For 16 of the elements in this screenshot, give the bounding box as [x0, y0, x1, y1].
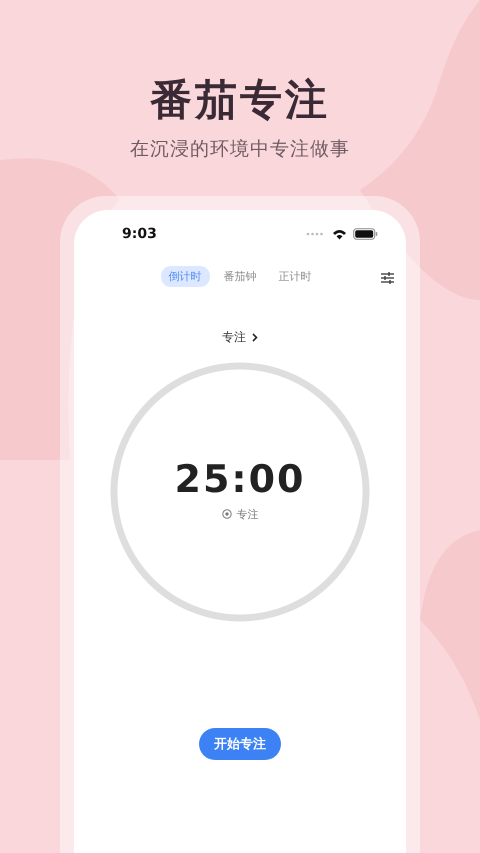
target-icon	[222, 509, 232, 519]
timer-caption: 专注	[236, 506, 258, 522]
subtitle: 在沉浸的环境中专注做事	[130, 137, 350, 162]
settings-icon[interactable]	[381, 272, 394, 284]
battery-icon	[353, 228, 378, 240]
wifi-icon	[332, 228, 347, 240]
chevron-icon	[252, 333, 258, 342]
signal-icon	[306, 232, 324, 236]
start-button[interactable]: 开始专注	[199, 728, 281, 760]
timer-display: 25:00	[174, 456, 306, 500]
mode-selector[interactable]: 专注	[220, 327, 260, 348]
tab[interactable]: 正计时	[270, 266, 320, 287]
tab[interactable]: 倒计时	[160, 266, 210, 287]
status-time: 9:03	[122, 226, 157, 242]
tab[interactable]: 番茄钟	[216, 266, 264, 287]
headline: 番茄专注	[150, 74, 330, 126]
